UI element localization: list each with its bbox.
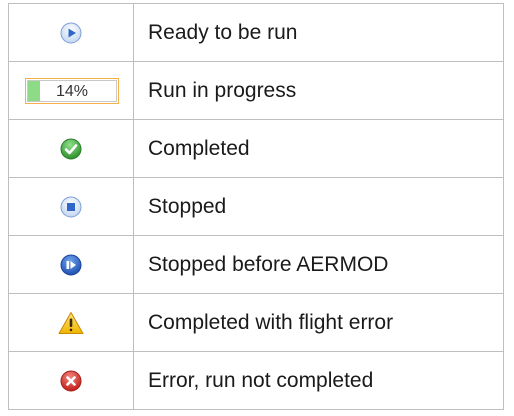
warning-triangle-icon	[58, 311, 84, 335]
legend-icon-cell	[8, 293, 134, 352]
legend-row: Completed	[8, 119, 504, 178]
legend-label: Stopped	[133, 177, 504, 236]
play-circle-icon	[60, 22, 82, 44]
legend-row: Stopped	[8, 177, 504, 236]
check-circle-icon	[60, 138, 82, 160]
progress-bar: 14%	[25, 77, 119, 104]
legend-label: Ready to be run	[133, 3, 504, 62]
legend-icon-cell	[8, 3, 134, 62]
legend-label: Stopped before AERMOD	[133, 235, 504, 294]
legend-label: Run in progress	[133, 61, 504, 120]
legend-label: Completed with flight error	[133, 293, 504, 352]
error-x-circle-icon	[60, 370, 82, 392]
legend-row: Ready to be run	[8, 3, 504, 62]
progress-percent: 14%	[55, 82, 89, 100]
stop-play-circle-icon	[60, 254, 82, 276]
legend-row: 14% Run in progress	[8, 61, 504, 120]
legend-label: Error, run not completed	[133, 351, 504, 410]
legend-icon-cell	[8, 235, 134, 294]
legend-icon-cell	[8, 177, 134, 236]
legend-icon-cell: 14%	[8, 61, 134, 120]
legend-label: Completed	[133, 119, 504, 178]
progress-track: 14%	[27, 79, 117, 102]
legend-row: Error, run not completed	[8, 351, 504, 410]
legend-row: Completed with flight error	[8, 293, 504, 352]
legend-icon-cell	[8, 351, 134, 410]
legend-icon-cell	[8, 119, 134, 178]
status-legend-table: Ready to be run 14% Run in progress Comp…	[8, 3, 504, 410]
stop-circle-icon	[60, 196, 82, 218]
legend-row: Stopped before AERMOD	[8, 235, 504, 294]
